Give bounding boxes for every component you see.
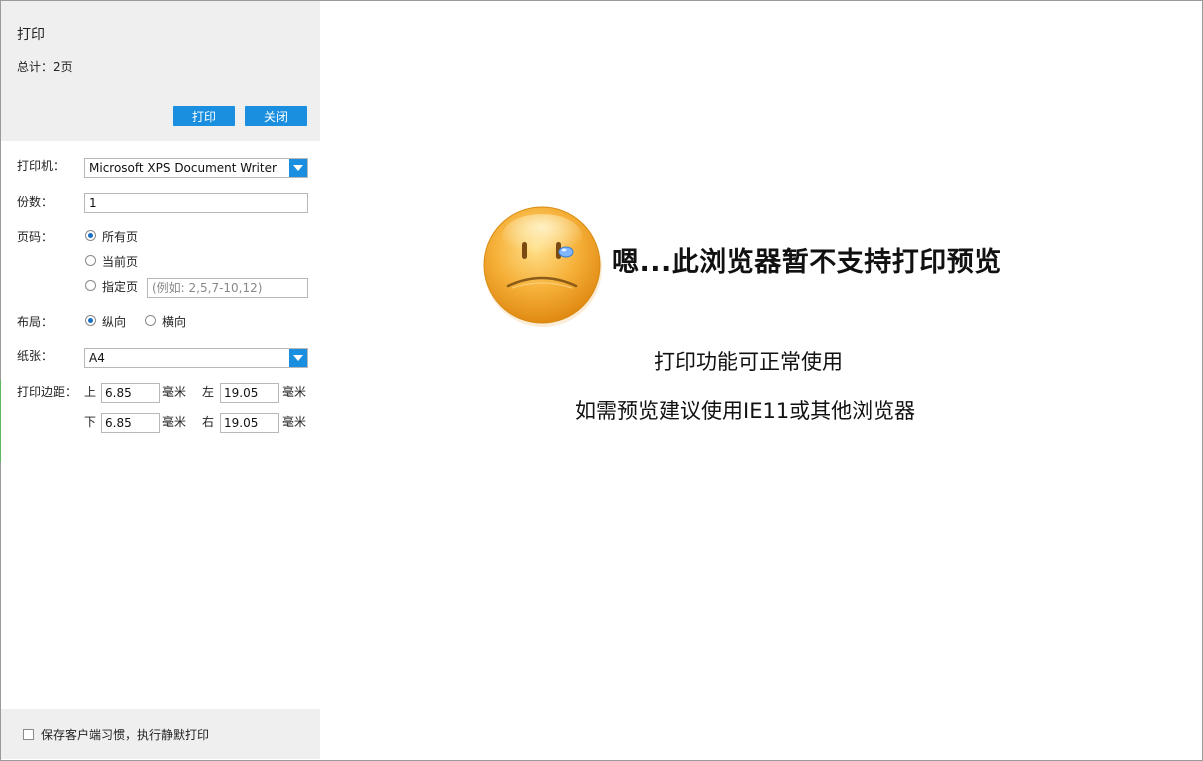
chevron-down-icon[interactable]	[289, 159, 307, 177]
radio-landscape-label: 横向	[162, 315, 187, 329]
copies-input[interactable]: 1	[84, 193, 308, 213]
panel-header: 打印 总计：2页 打印 关闭	[1, 1, 320, 141]
radio-current-page[interactable]	[85, 255, 96, 266]
preview-info-line1: 打印功能可正常使用	[654, 350, 843, 374]
silent-print-label: 保存客户端习惯，执行静默打印	[41, 728, 210, 742]
margins-label: 打印边距：	[17, 385, 78, 399]
printer-select[interactable]: Microsoft XPS Document Writer	[84, 158, 308, 178]
margin-top-input[interactable]: 6.85	[101, 383, 160, 403]
margin-bottom-unit: 毫米	[162, 415, 187, 429]
margin-bottom-label: 下	[84, 415, 97, 429]
paper-label: 纸张：	[17, 349, 54, 363]
radio-portrait-label: 纵向	[102, 315, 127, 329]
layout-label: 布局：	[17, 315, 54, 329]
radio-all-pages-label: 所有页	[102, 230, 139, 244]
printer-label: 打印机：	[17, 159, 66, 173]
panel-title: 打印	[17, 27, 45, 43]
total-pages: 总计：2页	[17, 60, 73, 74]
close-button[interactable]: 关闭	[245, 106, 307, 126]
chevron-down-icon[interactable]	[289, 349, 307, 367]
silent-print-checkbox[interactable]	[23, 729, 34, 740]
radio-portrait[interactable]	[85, 315, 96, 326]
margin-left-unit: 毫米	[282, 385, 307, 399]
paper-select[interactable]: A4	[84, 348, 308, 368]
radio-landscape[interactable]	[145, 315, 156, 326]
radio-custom-pages-label: 指定页	[102, 280, 139, 294]
preview-unsupported-message: 嗯...此浏览器暂不支持打印预览	[612, 247, 1002, 278]
margin-bottom-input[interactable]: 6.85	[101, 413, 160, 433]
radio-current-page-label: 当前页	[102, 255, 139, 269]
margin-right-unit: 毫米	[282, 415, 307, 429]
printer-select-value: Microsoft XPS Document Writer	[89, 161, 277, 175]
preview-info-line2: 如需预览建议使用IE11或其他浏览器	[575, 399, 916, 423]
margin-right-input[interactable]: 19.05	[220, 413, 279, 433]
print-settings-panel: 打印 总计：2页 打印 关闭 打印机： Microsoft XPS Docume…	[1, 1, 320, 759]
margin-right-label: 右	[202, 415, 215, 429]
radio-custom-pages[interactable]	[85, 280, 96, 291]
custom-pages-input[interactable]: (例如: 2,5,7-10,12)	[147, 278, 308, 298]
print-button[interactable]: 打印	[173, 106, 235, 126]
radio-all-pages[interactable]	[85, 230, 96, 241]
sad-face-icon	[483, 206, 602, 327]
margin-top-label: 上	[84, 385, 97, 399]
margin-left-input[interactable]: 19.05	[220, 383, 279, 403]
paper-select-value: A4	[89, 351, 105, 365]
margin-left-label: 左	[202, 385, 215, 399]
pages-label: 页码：	[17, 230, 54, 244]
margin-top-unit: 毫米	[162, 385, 187, 399]
copies-label: 份数：	[17, 195, 54, 209]
panel-footer: 保存客户端习惯，执行静默打印	[1, 709, 320, 759]
